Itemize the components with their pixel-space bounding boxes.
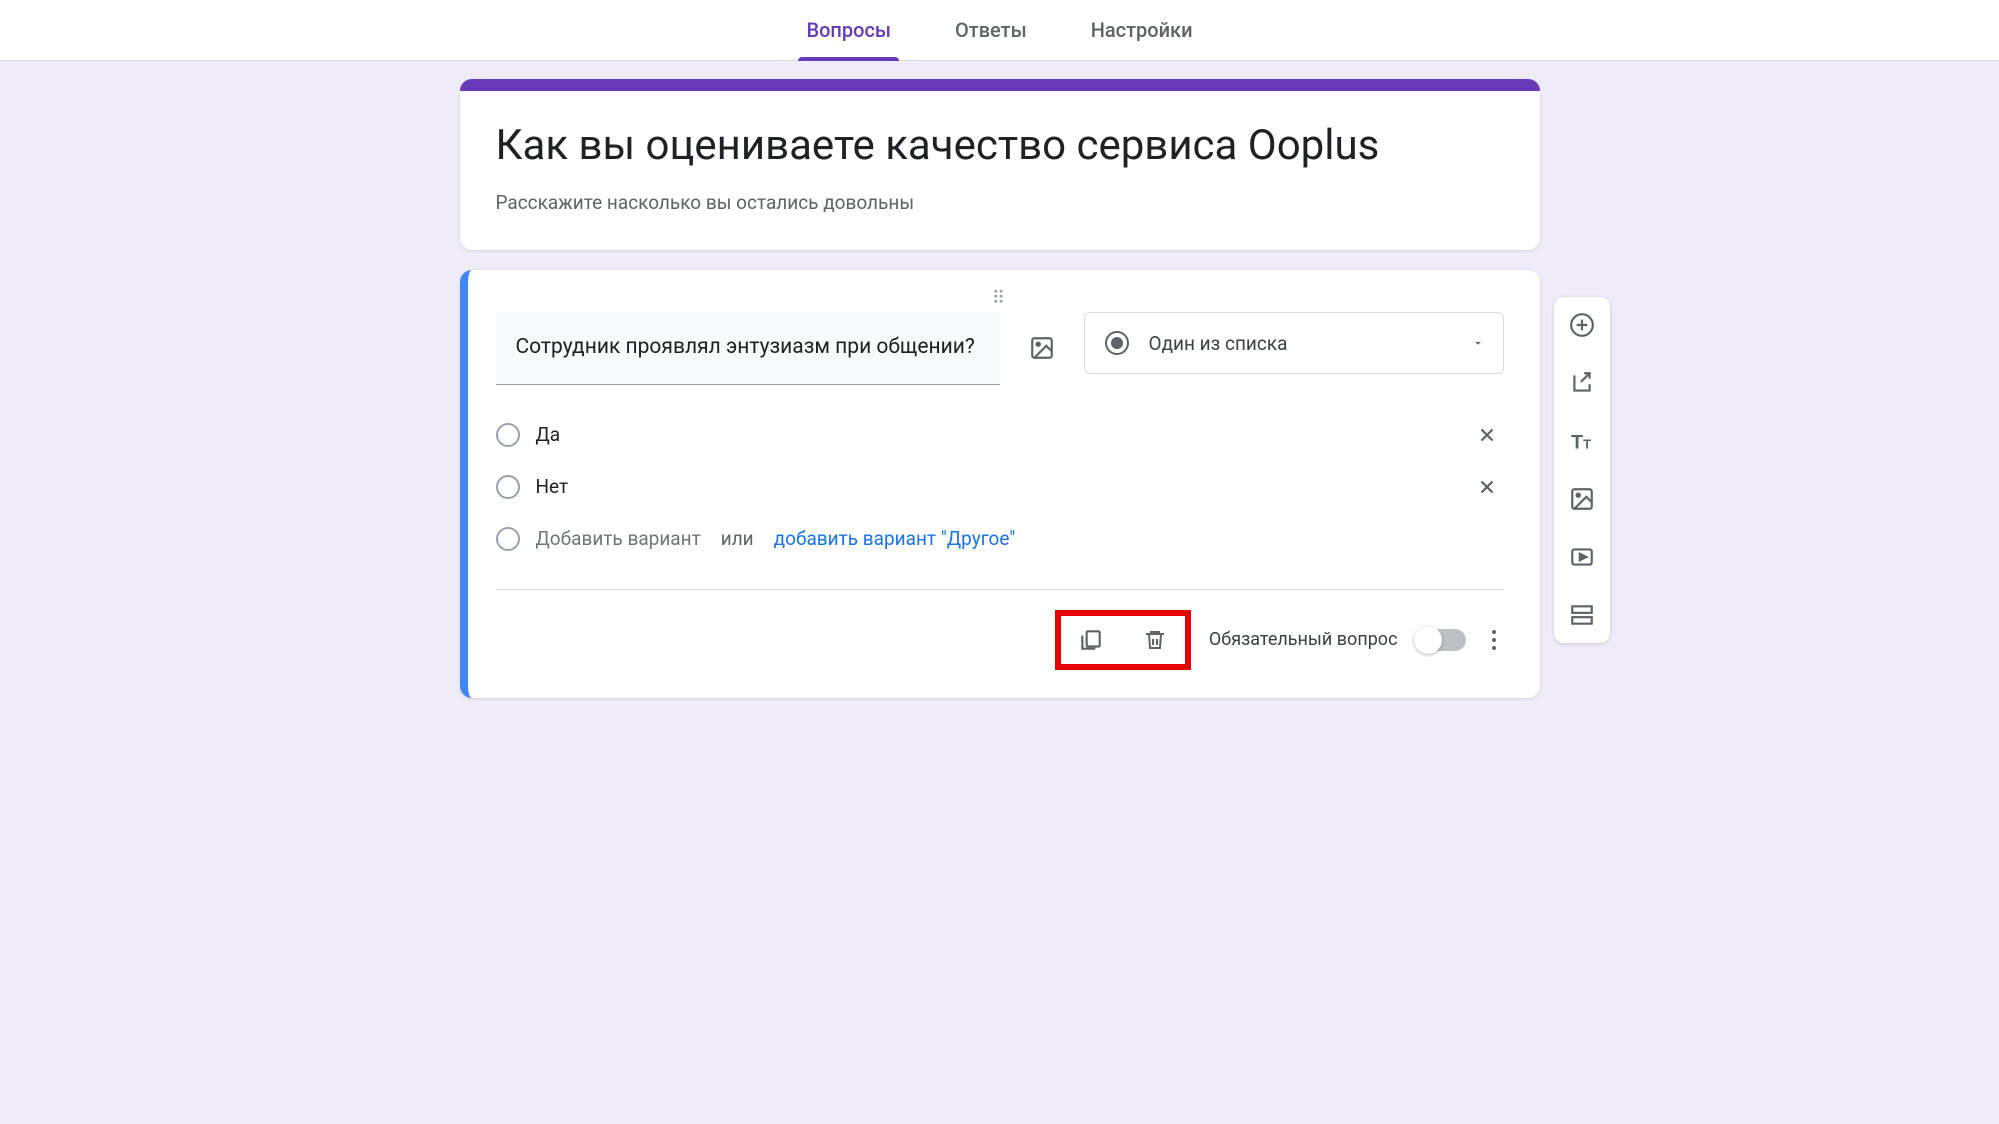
question-text: Сотрудник проявлял энтузиазм при общении…	[516, 332, 980, 364]
required-label: Обязательный вопрос	[1209, 629, 1398, 650]
form-canvas: Как вы оцениваете качество сервиса Ooplu…	[460, 79, 1540, 758]
text-icon: TT	[1569, 428, 1595, 454]
remove-option-button[interactable]	[1470, 476, 1504, 498]
duplicate-question-button[interactable]	[1075, 624, 1107, 656]
video-icon	[1569, 544, 1595, 570]
form-description[interactable]: Расскажите насколько вы остались довольн…	[496, 191, 1504, 214]
add-image-button[interactable]	[1566, 483, 1598, 515]
radio-icon	[1105, 331, 1129, 355]
svg-text:T: T	[1583, 437, 1591, 452]
trash-icon	[1143, 627, 1167, 653]
chevron-down-icon	[1471, 336, 1485, 350]
more-vert-icon	[1490, 628, 1498, 652]
section-icon	[1569, 602, 1595, 628]
copy-icon	[1078, 627, 1104, 653]
more-options-button[interactable]	[1484, 628, 1504, 652]
question-footer: Обязательный вопрос	[496, 610, 1504, 670]
highlight-box	[1055, 610, 1191, 670]
tab-settings[interactable]: Настройки	[1083, 0, 1201, 60]
option-row: Нет	[496, 461, 1504, 513]
close-icon	[1476, 476, 1498, 498]
tabs-bar: Вопросы Ответы Настройки	[0, 0, 1999, 61]
import-icon	[1569, 370, 1595, 396]
question-header-row: Сотрудник проявлял энтузиазм при общении…	[496, 312, 1504, 385]
question-card: ⠿ Сотрудник проявлял энтузиазм при общен…	[460, 270, 1540, 698]
import-questions-button[interactable]	[1566, 367, 1598, 399]
image-icon	[1569, 486, 1595, 512]
delete-question-button[interactable]	[1139, 624, 1171, 656]
add-section-button[interactable]	[1566, 599, 1598, 631]
option-row: Да	[496, 409, 1504, 461]
image-icon	[1029, 335, 1055, 361]
or-text: или	[721, 527, 754, 550]
question-type-label: Один из списка	[1149, 332, 1288, 355]
radio-icon	[496, 423, 520, 447]
tab-answers[interactable]: Ответы	[947, 0, 1035, 60]
required-toggle[interactable]	[1416, 629, 1466, 651]
tab-questions[interactable]: Вопросы	[798, 0, 899, 60]
add-image-to-question-button[interactable]	[1024, 330, 1060, 366]
add-title-button[interactable]: TT	[1566, 425, 1598, 457]
form-header-card: Как вы оцениваете качество сервиса Ooplu…	[460, 79, 1540, 250]
question-type-select[interactable]: Один из списка	[1084, 312, 1504, 374]
divider	[496, 589, 1504, 590]
drag-handle-icon[interactable]: ⠿	[496, 288, 1504, 306]
radio-icon	[496, 527, 520, 551]
add-circle-icon	[1569, 312, 1595, 338]
option-label[interactable]: Нет	[536, 475, 1454, 498]
close-icon	[1476, 424, 1498, 446]
radio-icon	[496, 475, 520, 499]
side-toolbar: TT	[1554, 297, 1610, 643]
remove-option-button[interactable]	[1470, 424, 1504, 446]
add-option-row: Добавить вариант или добавить вариант "Д…	[496, 513, 1504, 565]
option-label[interactable]: Да	[536, 423, 1454, 446]
add-video-button[interactable]	[1566, 541, 1598, 573]
question-text-input[interactable]: Сотрудник проявлял энтузиазм при общении…	[496, 312, 1000, 385]
form-title[interactable]: Как вы оцениваете качество сервиса Ooplu…	[496, 121, 1504, 171]
add-question-button[interactable]	[1566, 309, 1598, 341]
add-other-option-button[interactable]: добавить вариант "Другое"	[774, 527, 1016, 550]
svg-text:T: T	[1571, 432, 1583, 454]
add-option-button[interactable]: Добавить вариант	[536, 527, 701, 550]
